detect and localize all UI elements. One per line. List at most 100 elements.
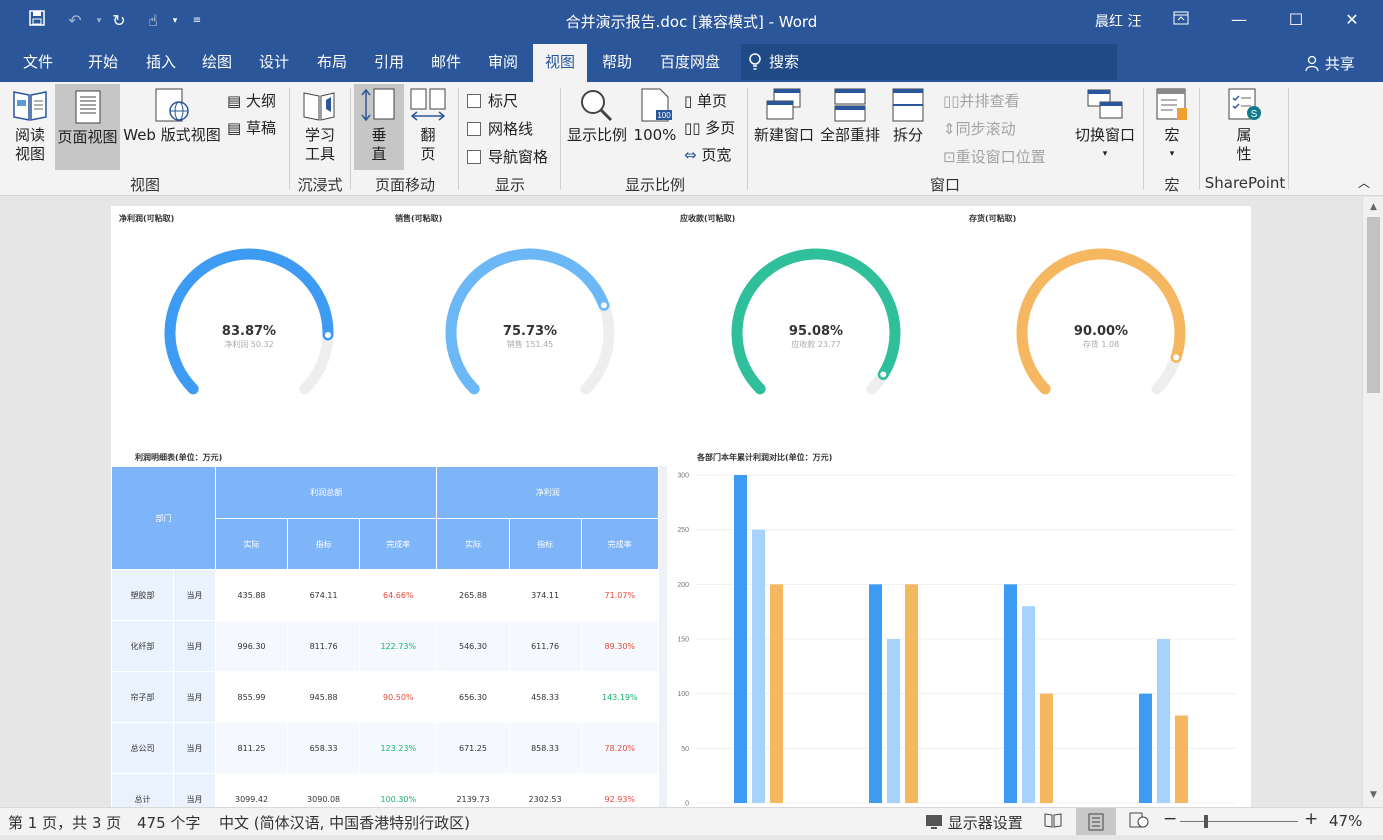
table-row: 化纤部 当月 996.30 811.76 122.73% 546.30 611.76 89.3…	[111, 620, 660, 672]
one-page-label: 单页	[697, 92, 728, 110]
magnifier-icon	[581, 90, 613, 122]
print-layout-button[interactable]: 页面视图	[55, 84, 120, 170]
tab-view[interactable]: 视图	[533, 44, 587, 82]
table-row: 帘子部 当月 855.99 945.88 90.50% 656.30 458.33 143.1…	[111, 671, 660, 723]
zoom-out-button[interactable]: −	[1163, 809, 1177, 829]
table-cell: 265.88	[436, 569, 510, 621]
macros-button[interactable]: 宏 ▾	[1150, 88, 1194, 172]
print-layout-view-icon[interactable]	[1076, 808, 1116, 835]
chevron-down-icon: ▾	[1102, 149, 1108, 159]
view-side-by-side-label: 并排查看	[959, 92, 1020, 110]
bar	[1139, 693, 1152, 803]
tab-layout[interactable]: 布局	[308, 42, 356, 82]
bar	[869, 584, 882, 803]
page-width-button[interactable]: ⇔ 页宽	[684, 144, 731, 165]
language-status[interactable]: 中文 (简体汉语, 中国香港特别行政区)	[219, 812, 470, 833]
zoom-slider-track[interactable]	[1180, 821, 1298, 822]
tab-draw[interactable]: 绘图	[193, 42, 241, 82]
vertical-scrollbar[interactable]: ▲ ▼	[1362, 197, 1383, 807]
zoom-slider-thumb[interactable]	[1204, 815, 1208, 828]
table-cell: 2302.53	[508, 773, 582, 807]
document-page[interactable]: 净利润(可粘取) 销售(可粘取) 应收款(可粘取) 存货(可粘取) 83.87%…	[111, 206, 1251, 807]
synchronous-scrolling-button[interactable]: ⇕同步滚动	[943, 118, 1016, 139]
read-mode-button[interactable]: 阅读 视图	[8, 88, 52, 172]
tab-insert[interactable]: 插入	[137, 42, 185, 82]
tab-file[interactable]: 文件	[14, 42, 62, 82]
zoom-button[interactable]: 显示比例	[565, 88, 629, 172]
document-area[interactable]: 净利润(可粘取) 销售(可粘取) 应收款(可粘取) 存货(可粘取) 83.87%…	[0, 197, 1362, 807]
gauge-percent: 83.87%	[221, 324, 277, 339]
side-to-side-button[interactable]: 翻 页	[406, 88, 450, 172]
web-layout-button[interactable]: Web 版式视图	[122, 88, 222, 172]
gauge-percent: 95.08%	[788, 324, 844, 339]
table-cell: 546.30	[436, 620, 510, 672]
page-width-label: 页宽	[701, 146, 732, 164]
tab-baidu-netdisk[interactable]: 百度网盘	[651, 42, 729, 82]
split-button[interactable]: 拆分	[886, 88, 930, 172]
web-layout-view-icon[interactable]	[1129, 811, 1149, 833]
share-button[interactable]: 共享	[1304, 53, 1355, 74]
view-side-by-side-button[interactable]: ▯▯并排查看	[943, 90, 1020, 111]
globe-page-icon	[155, 88, 189, 122]
period-cell: 当月	[173, 569, 216, 621]
tab-design[interactable]: 设计	[250, 42, 298, 82]
switch-windows-label: 切换窗口	[1074, 126, 1135, 144]
ribbon-display-options-icon[interactable]	[1166, 7, 1196, 33]
arrange-all-icon	[834, 88, 866, 122]
gauge-sub: 净利润 50.32	[224, 340, 274, 349]
read-mode-view-icon[interactable]	[1044, 811, 1062, 833]
multiple-pages-button[interactable]: ▯▯ 多页	[684, 117, 735, 138]
outline-button[interactable]: ▤ 大纲	[227, 90, 276, 111]
ruler-label: 标尺	[488, 92, 519, 110]
new-window-icon	[766, 88, 801, 120]
dept-cell: 塑胶部	[111, 569, 174, 621]
tab-review[interactable]: 审阅	[479, 42, 527, 82]
tab-help[interactable]: 帮助	[593, 42, 641, 82]
ribbon-tabs: 文件 开始 插入 绘图 设计 布局 引用 邮件 审阅 视图 帮助 百度网盘	[0, 42, 1383, 82]
zoom-percent[interactable]: 47%	[1329, 812, 1362, 830]
zoom-100-button[interactable]: 100 100%	[632, 88, 678, 172]
y-tick-label: 300	[677, 473, 689, 480]
scroll-up-icon[interactable]: ▲	[1363, 199, 1383, 215]
new-window-button[interactable]: 新建窗口	[752, 88, 816, 172]
display-settings-button[interactable]: 显示器设置	[925, 812, 1023, 833]
ruler-checkbox[interactable]: 标尺	[467, 90, 518, 111]
properties-button[interactable]: S 属 性	[1218, 88, 1270, 172]
minimize-button[interactable]: —	[1224, 7, 1254, 33]
maximize-button[interactable]: ☐	[1281, 7, 1311, 33]
bar	[905, 584, 918, 803]
bar	[770, 584, 783, 803]
subheader-cell: 指标	[287, 518, 361, 570]
navigation-pane-checkbox[interactable]: 导航窗格	[467, 146, 548, 167]
draft-button[interactable]: ▤ 草稿	[227, 117, 276, 138]
page-icon	[75, 90, 100, 124]
arrange-all-label: 全部重排	[819, 126, 880, 144]
reset-window-icon: ⊡	[943, 148, 956, 166]
ribbon-view: 阅读 视图 页面视图 Web 版式视图 ▤ 大纲 ▤ 草稿 视图 学习 工具 沉…	[0, 82, 1383, 196]
tab-home[interactable]: 开始	[79, 42, 127, 82]
separator	[1199, 88, 1200, 190]
word-count[interactable]: 475 个字	[137, 812, 200, 833]
zoom-in-button[interactable]: +	[1304, 809, 1318, 829]
switch-windows-button[interactable]: 切换窗口 ▾	[1072, 88, 1138, 172]
arrange-all-button[interactable]: 全部重排	[818, 88, 882, 172]
collapse-ribbon-icon[interactable]: ︿	[1358, 174, 1370, 191]
scroll-down-icon[interactable]: ▼	[1363, 787, 1383, 803]
tab-mailings[interactable]: 邮件	[422, 42, 470, 82]
one-page-button[interactable]: ▯ 单页	[684, 90, 727, 111]
reset-window-position-button[interactable]: ⊡重设窗口位置	[943, 146, 1046, 167]
scroll-thumb[interactable]	[1367, 217, 1380, 393]
tab-references[interactable]: 引用	[365, 42, 413, 82]
gridlines-checkbox[interactable]: 网格线	[467, 118, 533, 139]
vertical-button[interactable]: 垂 直	[354, 84, 404, 170]
book-icon	[13, 91, 47, 121]
y-tick-label: 250	[677, 527, 689, 534]
user-name[interactable]: 晨红 汪	[1095, 11, 1141, 31]
learning-tools-button[interactable]: 学习 工具	[296, 88, 344, 172]
table-cell: 71.07%	[580, 569, 660, 621]
page-count[interactable]: 第 1 页，共 3 页	[8, 812, 121, 833]
subheader-cell: 完成率	[359, 518, 438, 570]
gridlines-label: 网格线	[488, 120, 534, 138]
search-box[interactable]: 搜索	[741, 44, 1117, 80]
close-button[interactable]: ✕	[1337, 7, 1367, 33]
